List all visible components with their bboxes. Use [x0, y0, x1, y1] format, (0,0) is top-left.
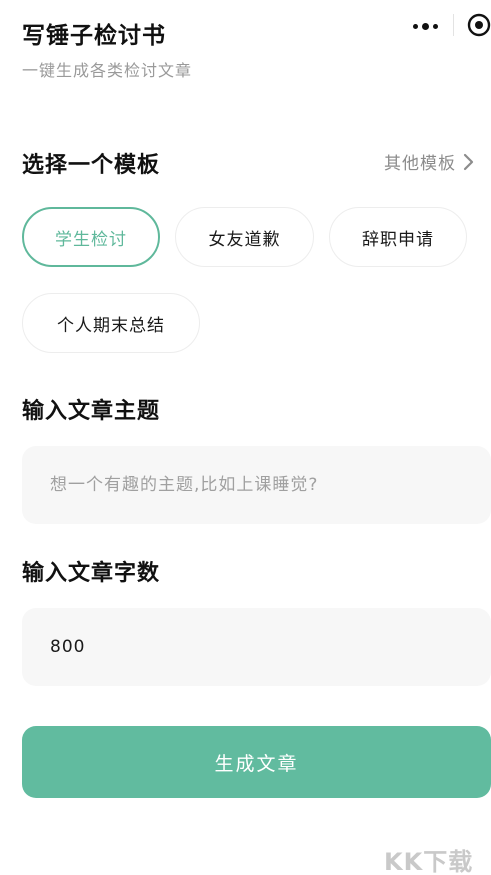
chip-label: 女友道歉 — [208, 229, 281, 250]
topic-section-title: 输入文章主题 — [22, 399, 161, 424]
template-chip-resignation[interactable]: 辞职申请 — [329, 207, 467, 267]
chip-label: 学生检讨 — [55, 229, 127, 250]
template-chip-girlfriend-apology[interactable]: 女友道歉 — [175, 207, 314, 267]
page: 写锤子检讨书 一键生成各类检讨文章 选择一个模板 其他模板 学生检讨 女友道歉 … — [0, 0, 491, 875]
dot — [432, 23, 438, 29]
chevron-right-icon — [463, 153, 474, 170]
chip-label: 个人期末总结 — [57, 315, 165, 336]
dot — [412, 23, 418, 29]
page-subtitle: 一键生成各类检讨文章 — [22, 61, 193, 80]
topic-input[interactable] — [48, 474, 465, 496]
page-title: 写锤子检讨书 — [22, 23, 166, 49]
other-templates-label: 其他模板 — [384, 154, 456, 174]
wordcount-field — [22, 608, 491, 686]
generate-article-button[interactable]: 生成文章 — [22, 726, 491, 798]
capsule-divider — [453, 14, 454, 36]
wordcount-section-title: 输入文章字数 — [22, 561, 161, 586]
chip-label: 辞职申请 — [362, 229, 434, 250]
topic-field — [22, 446, 491, 524]
template-chip-student[interactable]: 学生检讨 — [22, 207, 160, 267]
dot — [421, 22, 429, 30]
wordcount-input[interactable] — [48, 636, 465, 658]
watermark: KK下载 — [384, 848, 474, 875]
more-dots-icon[interactable] — [408, 15, 442, 37]
template-section-title: 选择一个模板 — [22, 153, 161, 178]
target-close-icon[interactable] — [467, 13, 491, 37]
template-chip-term-summary[interactable]: 个人期末总结 — [22, 293, 200, 353]
other-templates-link[interactable]: 其他模板 — [384, 149, 474, 174]
